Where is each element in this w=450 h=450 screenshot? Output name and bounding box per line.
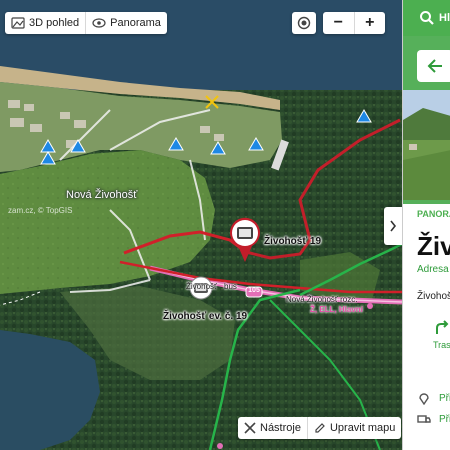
truck-icon bbox=[417, 415, 431, 423]
location-plus-icon bbox=[419, 393, 429, 406]
satellite-imagery bbox=[0, 0, 402, 450]
road-name-label: Ž, ELL, Hlavní bbox=[310, 305, 363, 314]
row1-icon bbox=[417, 391, 431, 410]
bus-stop-label: bus bbox=[224, 282, 237, 291]
route-icon bbox=[436, 320, 449, 334]
route-button[interactable] bbox=[433, 318, 450, 341]
area-label: Nová Živohošť bbox=[66, 189, 138, 201]
zoom-in-button[interactable]: + bbox=[353, 12, 386, 34]
panorama-label: Panorama bbox=[110, 17, 161, 29]
zoom-out-button[interactable]: − bbox=[323, 12, 354, 34]
edit-map-label: Upravit mapu bbox=[329, 422, 396, 434]
row2-icon bbox=[417, 412, 431, 431]
panel-address: Živohošť bbox=[417, 291, 450, 302]
map-attribution: zam.cz, © TopGIS bbox=[8, 206, 73, 215]
view-3d-label: 3D pohled bbox=[29, 17, 80, 29]
arrow-left-icon bbox=[427, 59, 442, 73]
place-pin-zivohost-19[interactable] bbox=[228, 216, 262, 269]
map-tools-bar: Nástroje Upravit mapu bbox=[238, 417, 402, 439]
search-label: Hl bbox=[439, 12, 450, 24]
search-icon bbox=[420, 11, 434, 25]
edit-map-button[interactable]: Upravit mapu bbox=[306, 417, 401, 439]
place-photo[interactable] bbox=[403, 90, 450, 200]
locate-icon bbox=[297, 16, 311, 30]
search-button[interactable]: Hl bbox=[403, 0, 450, 36]
chevron-right-icon bbox=[390, 220, 397, 232]
tools-icon bbox=[244, 422, 256, 434]
map-canvas[interactable]: Nová Živohošť zam.cz, © TopGIS Živohošť … bbox=[0, 0, 402, 450]
collapse-panel-button[interactable] bbox=[384, 207, 402, 245]
panel-subtitle[interactable]: Adresa bbox=[417, 264, 449, 275]
panorama-button[interactable]: Panorama bbox=[85, 12, 167, 34]
pin-label: Živohošť 19 bbox=[264, 236, 322, 247]
picture-icon bbox=[11, 17, 25, 29]
tools-label: Nástroje bbox=[260, 422, 301, 434]
back-button[interactable] bbox=[417, 50, 450, 82]
trail-label: Živohošť bbox=[186, 282, 218, 291]
locate-button[interactable] bbox=[292, 12, 316, 34]
zoom-controls: − + bbox=[323, 12, 385, 34]
map-view-controls: 3D pohled Panorama bbox=[5, 12, 167, 34]
road-badge: 105 bbox=[248, 287, 260, 294]
panel-title: Živ bbox=[417, 231, 450, 261]
view-3d-button[interactable]: 3D pohled bbox=[5, 12, 85, 34]
pencil-icon bbox=[315, 423, 325, 433]
place-detail-panel: Hl PANORA Živ Adresa Živohošť Tras Při bbox=[402, 0, 450, 450]
tools-button[interactable]: Nástroje bbox=[238, 417, 307, 439]
pin-label: Živohošť ev. č. 19 bbox=[163, 311, 248, 322]
row1-label[interactable]: Při bbox=[439, 393, 450, 404]
house-pin-icon bbox=[230, 217, 260, 262]
landscape-photo bbox=[403, 90, 450, 200]
crossing-label: Nová Živohošť rozc. bbox=[286, 295, 358, 304]
eye-icon bbox=[92, 18, 106, 28]
panel-category: PANORA bbox=[417, 209, 450, 219]
route-label: Tras bbox=[433, 340, 450, 350]
row2-label[interactable]: Při bbox=[439, 414, 450, 425]
